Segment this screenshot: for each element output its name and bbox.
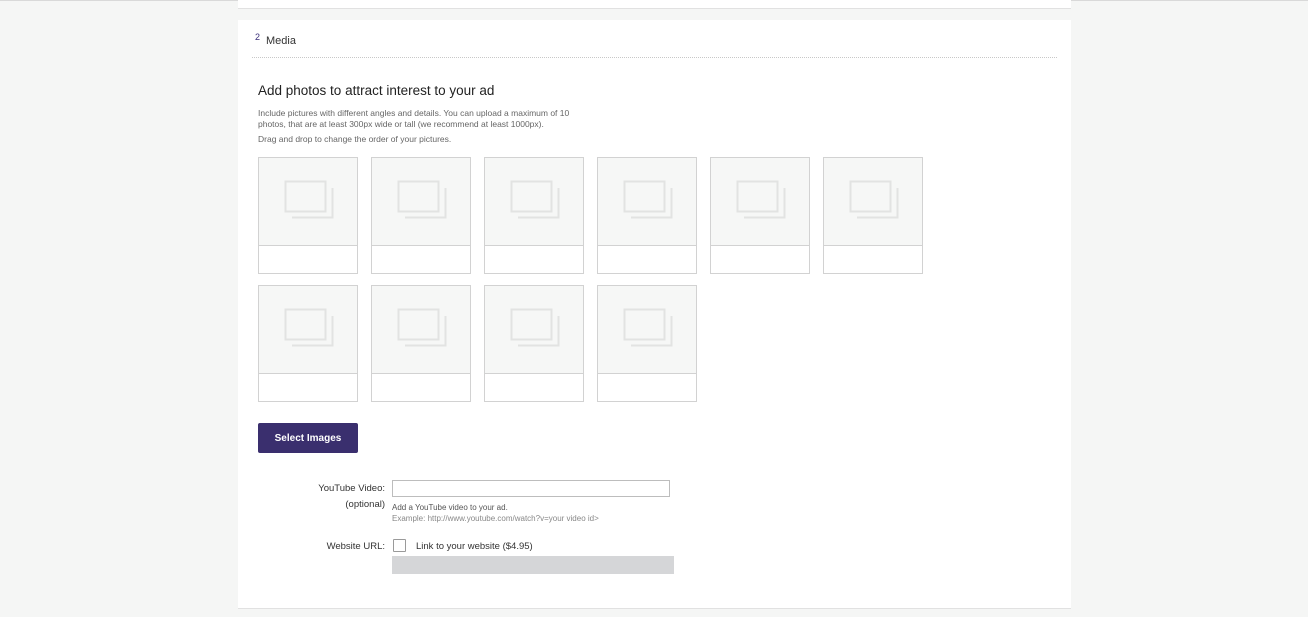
photo-placeholder-icon xyxy=(849,180,899,219)
photo-slot-image-area xyxy=(711,158,809,246)
youtube-optional-label: (optional) xyxy=(345,499,385,510)
photo-placeholder-icon xyxy=(510,180,560,219)
photo-slot-image-area xyxy=(259,286,357,374)
youtube-label: YouTube Video: xyxy=(318,483,385,494)
photo-slot-image-area xyxy=(824,158,922,246)
photo-slot[interactable] xyxy=(371,285,471,402)
media-section-card: 2 Media Add photos to attract interest t… xyxy=(238,20,1071,609)
photo-slot-image-area xyxy=(598,158,696,246)
photo-slot-image-area xyxy=(485,158,583,246)
youtube-example: Example: http://www.youtube.com/watch?v=… xyxy=(392,514,599,523)
photo-placeholder-icon xyxy=(623,180,673,219)
website-link-checkbox[interactable] xyxy=(393,539,406,552)
website-link-label[interactable]: Link to your website ($4.95) xyxy=(416,541,533,552)
photo-placeholder-icon xyxy=(736,180,786,219)
reorder-hint: Drag and drop to change the order of you… xyxy=(258,134,452,144)
photo-slot-image-area xyxy=(485,286,583,374)
photo-slot[interactable] xyxy=(258,157,358,274)
photo-slot-image-area xyxy=(259,158,357,246)
previous-section-card xyxy=(238,0,1071,9)
section-header: 2 Media xyxy=(252,20,1057,58)
photo-slot-image-area xyxy=(372,158,470,246)
website-url-label: Website URL: xyxy=(326,541,385,552)
step-number: 2 xyxy=(255,32,261,42)
photo-slot[interactable] xyxy=(371,157,471,274)
photo-slot[interactable] xyxy=(484,285,584,402)
photo-placeholder-icon xyxy=(284,180,334,219)
photo-placeholder-icon xyxy=(623,308,673,347)
photo-placeholder-icon xyxy=(397,180,447,219)
photo-slot[interactable] xyxy=(823,157,923,274)
photo-placeholder-icon xyxy=(284,308,334,347)
photo-placeholder-icon xyxy=(510,308,560,347)
website-url-input[interactable] xyxy=(392,556,674,574)
photo-slot-image-area xyxy=(598,286,696,374)
photo-placeholder-icon xyxy=(397,308,447,347)
section-title: Media xyxy=(266,35,296,47)
photos-heading: Add photos to attract interest to your a… xyxy=(258,83,495,98)
photo-slot-image-area xyxy=(372,286,470,374)
select-images-button[interactable]: Select Images xyxy=(258,423,358,453)
photo-slot[interactable] xyxy=(597,285,697,402)
photo-slot[interactable] xyxy=(597,157,697,274)
youtube-help: Add a YouTube video to your ad. xyxy=(392,503,508,512)
photos-description: Include pictures with different angles a… xyxy=(258,108,570,129)
photo-slot[interactable] xyxy=(484,157,584,274)
photo-slot[interactable] xyxy=(710,157,810,274)
photo-slot[interactable] xyxy=(258,285,358,402)
youtube-video-input[interactable] xyxy=(392,480,670,497)
